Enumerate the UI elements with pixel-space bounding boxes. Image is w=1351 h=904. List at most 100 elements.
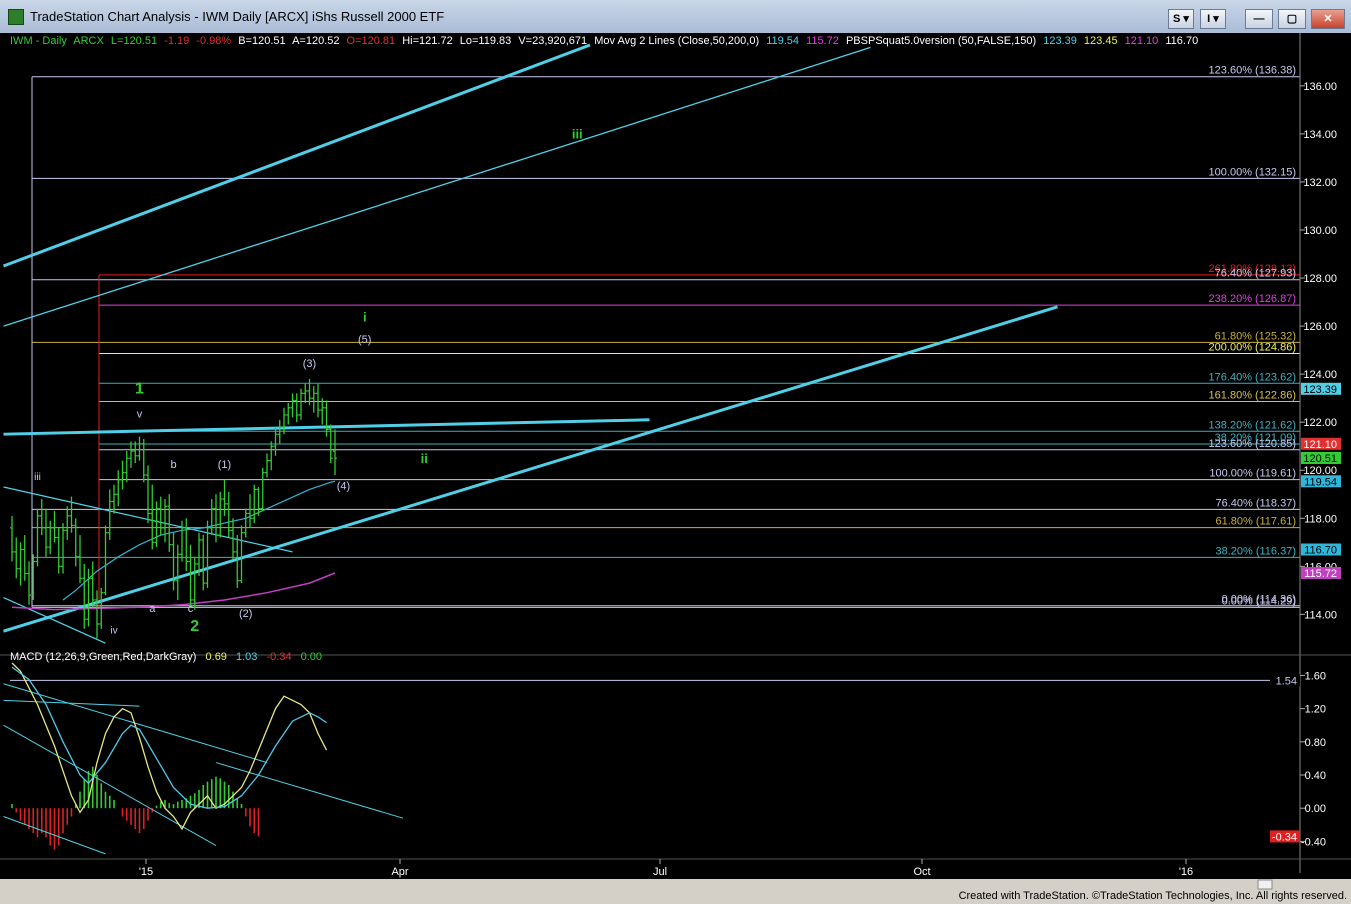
indicator-value-1: 123.39 bbox=[1043, 35, 1077, 47]
ohlc-bar-72 bbox=[316, 383, 320, 418]
ohlc-bar-53 bbox=[235, 535, 240, 588]
price-tick-label-11: 136.00 bbox=[1303, 81, 1337, 93]
ohlc-bar-43 bbox=[192, 556, 197, 610]
fib-label-6: 200.00% (124.86) bbox=[1209, 341, 1296, 353]
ohlc-bar-37 bbox=[167, 494, 172, 552]
status-bar: Created with TradeStation. ©TradeStation… bbox=[0, 890, 1351, 904]
wave-label-5: v bbox=[137, 408, 143, 420]
ohlc-bar-65 bbox=[286, 402, 291, 425]
wave-label-15: iv bbox=[110, 626, 117, 637]
macd-badge-1: -0.34 bbox=[1272, 831, 1297, 843]
ohlc-bar-41 bbox=[184, 518, 189, 572]
ohlc-bar-23 bbox=[107, 489, 112, 540]
indicator-value-3: 121.10 bbox=[1124, 35, 1159, 47]
macd-tick-label-1: 0.00 bbox=[1305, 803, 1326, 815]
wave-label-3: (3) bbox=[303, 358, 316, 370]
price-and-macd-chart[interactable]: 123.60% (136.38) 100.00% (132.15) 2 61.80% … bbox=[0, 33, 1351, 890]
wave-labels: iiii(5)(3)1viib (1)iii(4)a c (2)2iv bbox=[34, 127, 583, 637]
macd-trendline-0 bbox=[3, 683, 268, 764]
volume: V=23,920,671 bbox=[518, 35, 588, 47]
indicator-value-2: 123.45 bbox=[1083, 35, 1118, 47]
ohlc-bar-69 bbox=[303, 383, 308, 403]
trendline-3 bbox=[3, 305, 1058, 633]
fib-label-0: 123.60% (136.38) bbox=[1209, 65, 1296, 77]
price-badge-2: 120.51 bbox=[1303, 453, 1337, 465]
open-price: O=120.81 bbox=[346, 35, 396, 47]
macd-tick-label-0: -0.40 bbox=[1301, 836, 1326, 848]
indicator-label: PBSPSquat5.0version (50,FALSE,150) bbox=[845, 35, 1037, 47]
close-button[interactable]: ✕ bbox=[1311, 9, 1345, 29]
change-percent: -0.98% bbox=[196, 35, 232, 47]
price-tick-label-9: 132.00 bbox=[1303, 177, 1337, 189]
macd-tick-label-4: 1.20 bbox=[1305, 704, 1326, 716]
ohlc-bar-61 bbox=[269, 441, 274, 471]
macd-trendline-1 bbox=[3, 699, 140, 707]
wave-label-7: b bbox=[170, 459, 176, 471]
ohlc-bar-31 bbox=[141, 438, 146, 483]
macd-trendline-2 bbox=[3, 724, 217, 846]
price-tick-label-10: 134.00 bbox=[1303, 129, 1337, 141]
ohlc-bar-8 bbox=[44, 508, 48, 557]
time-label-2: Jul bbox=[653, 866, 667, 878]
wave-label-4: 1 bbox=[135, 380, 144, 397]
price-badge-5: 115.72 bbox=[1304, 568, 1337, 580]
ohlc-bar-29 bbox=[133, 441, 138, 464]
last-price: L=120.51 bbox=[110, 35, 158, 47]
price-badge-0: 123.39 bbox=[1303, 384, 1337, 396]
ohlc-bar-25 bbox=[116, 470, 121, 507]
price-badge-4: 116.70 bbox=[1304, 545, 1337, 557]
ma-slow-value: 115.72 bbox=[806, 35, 839, 47]
symbol-link-s-button[interactable]: S ▾ bbox=[1168, 9, 1194, 29]
ohlc-bar-32 bbox=[146, 465, 150, 524]
exchange-label: ARCX bbox=[73, 35, 104, 47]
macd-tick-label-5: 1.60 bbox=[1305, 670, 1326, 682]
ohlc-bar-0 bbox=[10, 515, 14, 562]
ma-fast-value: 119.54 bbox=[766, 35, 800, 47]
ask-price: A=120.52 bbox=[292, 35, 340, 47]
chart-area[interactable]: 123.60% (136.38) 100.00% (132.15) 2 61.80% … bbox=[0, 33, 1351, 890]
scrollbar-thumb bbox=[1257, 879, 1273, 890]
ohlc-bar-7 bbox=[39, 499, 44, 536]
ohlc-bar-26 bbox=[120, 460, 125, 490]
maximize-button[interactable]: ▢ bbox=[1278, 9, 1306, 29]
wave-label-14: 2 bbox=[190, 618, 199, 635]
ohlc-bar-76 bbox=[333, 429, 337, 476]
ohlc-bar-17 bbox=[82, 563, 87, 629]
price-tick-label-0: 114.00 bbox=[1304, 609, 1337, 621]
macd-signal-line bbox=[11, 666, 327, 809]
ohlc-bar-56 bbox=[248, 494, 252, 528]
minimize-button[interactable]: — bbox=[1245, 9, 1273, 29]
ohlc-bar-12 bbox=[61, 523, 65, 574]
ohlc-bar-47 bbox=[209, 499, 214, 536]
wave-label-2: (5) bbox=[358, 334, 371, 346]
ohlc-bar-59 bbox=[260, 467, 265, 512]
price-badge-3: 119.54 bbox=[1304, 476, 1337, 488]
ohlc-bar-42 bbox=[188, 544, 193, 608]
time-label-0: '15 bbox=[139, 866, 153, 878]
tradestation-app-icon bbox=[8, 9, 24, 25]
macd-panel: -0.40 0.00 0.40 0.80 1.20 1.60 1.54 -0.34 bbox=[3, 662, 1326, 855]
ohlc-bar-28 bbox=[129, 441, 133, 468]
ohlc-bar-66 bbox=[290, 393, 295, 418]
fib-label-15: 38.20% (116.37) bbox=[1215, 545, 1296, 557]
moving-average-label: Mov Avg 2 Lines (Close,50,200,0) bbox=[594, 35, 760, 47]
ohlc-bar-2 bbox=[18, 542, 23, 586]
ohlc-bar-46 bbox=[205, 520, 210, 588]
macd-label: MACD (12,26,9,Green,Red,DarkGray) bbox=[10, 651, 197, 663]
time-axis: '15 Apr Jul Oct '16 bbox=[0, 859, 1351, 890]
macd-info-bar: MACD (12,26,9,Green,Red,DarkGray) 0.69 1… bbox=[10, 651, 328, 663]
indicator-value-4: 116.70 bbox=[1165, 35, 1199, 47]
fib-label-4: 238.20% (126.87) bbox=[1209, 293, 1296, 305]
ohlc-bar-16 bbox=[78, 535, 82, 584]
macd-tick-label-3: 0.80 bbox=[1305, 737, 1326, 749]
indicator-link-i-button[interactable]: I ▾ bbox=[1200, 9, 1226, 29]
ohlc-bar-22 bbox=[103, 525, 108, 596]
trendline-0 bbox=[2, 43, 591, 268]
low-price: Lo=119.83 bbox=[459, 35, 512, 47]
ohlc-bar-57 bbox=[252, 484, 257, 524]
ohlc-bar-9 bbox=[48, 520, 53, 555]
fib-label-12: 100.00% (119.61) bbox=[1209, 468, 1296, 480]
price-tick-label-7: 128.00 bbox=[1303, 273, 1337, 285]
ohlc-bar-4 bbox=[27, 561, 31, 605]
ohlc-bar-54 bbox=[239, 525, 244, 584]
